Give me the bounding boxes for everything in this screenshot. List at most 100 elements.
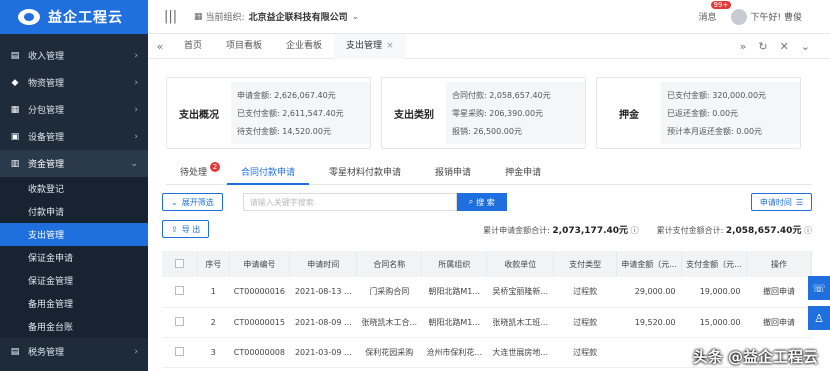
scroll-right-icon[interactable]: » xyxy=(740,40,747,53)
support-icon[interactable]: ☏ xyxy=(808,276,830,300)
expand-filter-button[interactable]: ⌄ 展开筛选 xyxy=(162,193,223,211)
close-icon[interactable]: × xyxy=(386,41,394,51)
card-line: 待支付金额: 14,520.00元 xyxy=(237,126,331,136)
sidebar-subitem-reserve-manage[interactable]: 备用金管理 xyxy=(0,292,148,315)
tab-pending[interactable]: 待处理 2 xyxy=(166,162,221,185)
sidebar-subitem-receipt[interactable]: 收款登记 xyxy=(0,177,148,200)
cell-contract: 张晓凯木工合... xyxy=(356,307,422,338)
messages-button[interactable]: 消息 99+ xyxy=(698,1,732,23)
sidebar-subitem-deposit-manage[interactable]: 保证金管理 xyxy=(0,269,148,292)
sort-by-time-button[interactable]: 申请时间 ☰ xyxy=(750,193,812,211)
help-icon[interactable]: ⓘ xyxy=(631,226,639,235)
sidebar-item-subcontract[interactable]: ▦ 分包管理 › xyxy=(0,96,148,123)
app-logo[interactable]: 益企工程云 xyxy=(0,0,148,34)
user-icon[interactable]: ♙ xyxy=(808,306,830,330)
building-icon: ▦ xyxy=(194,11,203,22)
cell-pay-type: 过程款 xyxy=(553,337,617,368)
tab-home[interactable]: 首页 xyxy=(172,34,214,59)
table-row[interactable]: 1 CT00000016 2021-08-13 ... 门采购合同 朝阳北路M1… xyxy=(162,277,812,308)
close-icon[interactable]: ✕ xyxy=(780,40,789,53)
card-line: 申请金额: 2,626,067.40元 xyxy=(237,90,336,100)
avatar[interactable] xyxy=(730,8,747,25)
equipment-icon: ▣ xyxy=(10,131,20,142)
row-checkbox[interactable] xyxy=(162,307,198,338)
sidebar-subitem-payment-request[interactable]: 付款申请 xyxy=(0,200,148,223)
tab-reimbursement[interactable]: 报销申请 xyxy=(421,163,485,185)
sidebar-item-income[interactable]: ▤ 收入管理 › xyxy=(0,42,148,69)
tab-project-board[interactable]: 项目看板 xyxy=(214,34,274,59)
checkbox[interactable] xyxy=(175,316,185,326)
org-selector[interactable]: ▦ 当前组织: 北京益企联科技有限公司 ⌄ xyxy=(194,10,360,24)
tab-sporadic-material-payment[interactable]: 零星材料付款申请 xyxy=(315,163,415,185)
help-icon[interactable]: ⓘ xyxy=(804,226,812,235)
tab-contract-payment[interactable]: 合同付款申请 xyxy=(227,163,310,185)
tab-expense-management[interactable]: 支出管理 × xyxy=(334,33,406,59)
logo-icon xyxy=(18,9,40,25)
sum-value: 2,058,657.40元 xyxy=(725,225,802,236)
sidebar-subitem-expense[interactable]: 支出管理 xyxy=(0,223,148,246)
card-line: 已支付金额: 2,611,547.40元 xyxy=(237,108,344,118)
sidebar-item-materials[interactable]: ◆ 物资管理 › xyxy=(0,69,148,96)
tab-deposit-request[interactable]: 押金申请 xyxy=(491,163,555,185)
sidebar-item-funds[interactable]: ▥ 资金管理 ⌄ xyxy=(0,150,148,177)
sidebar-item-tax[interactable]: ▤ 税务管理 › xyxy=(0,338,148,365)
cell-request-id[interactable]: CT00000016 xyxy=(229,277,290,308)
sidebar: 益企工程云 ▤ 收入管理 › ◆ 物资管理 › ▦ 分包管理 › ▣ 设备管理 … xyxy=(0,0,148,371)
sidebar-subitem-deposit-request[interactable]: 保证金申请 xyxy=(0,246,148,269)
cell-pay-type: 过程款 xyxy=(553,307,617,338)
sum-label: 累计支付金额合计: xyxy=(656,225,724,235)
search-button[interactable]: ⌕ 搜 索 xyxy=(456,193,507,211)
sidebar-subitem-reserve-ledger[interactable]: 备用金台账 xyxy=(0,315,148,338)
checkbox[interactable] xyxy=(175,258,185,268)
cube-icon: ◆ xyxy=(11,77,19,88)
tab-enterprise-board[interactable]: 企业看板 xyxy=(274,34,334,59)
withdraw-button[interactable]: 撤回申请 xyxy=(746,307,812,338)
tax-icon: ▤ xyxy=(10,346,20,357)
sum-label: 累计申请金额合计: xyxy=(483,225,550,235)
export-button[interactable]: ⇪ 导 出 xyxy=(162,220,210,238)
sidebar-subitem-label: 备用金台账 xyxy=(28,323,74,333)
summary-card-overview: 支出概况 申请金额: 2,626,067.40元 已支付金额: 2,611,54… xyxy=(166,77,371,149)
cell-request-id[interactable]: CT00000008 xyxy=(229,337,290,368)
search-input[interactable]: 请输入关键字搜索 xyxy=(242,193,457,211)
withdraw-button[interactable]: 撤回申请 xyxy=(746,277,812,308)
column-header: 申请金额（元... xyxy=(616,251,682,277)
chevron-down-icon[interactable]: ⌄ xyxy=(801,40,810,53)
card-line: 已支付金额: 320,000.00元 xyxy=(667,90,767,100)
sum-apply: 累计申请金额合计: 2,073,177.40元 ⓘ xyxy=(483,223,638,236)
cell-request-id[interactable]: CT00000015 xyxy=(229,307,290,338)
cell-org: 朝阳北路M1... xyxy=(421,277,487,308)
column-header: 所属组织 xyxy=(421,251,488,277)
select-all-checkbox[interactable] xyxy=(162,251,199,277)
sidebar-subitem-label: 备用金管理 xyxy=(28,300,74,310)
messages-label: 消息 xyxy=(698,13,717,23)
row-checkbox[interactable] xyxy=(162,277,198,308)
row-checkbox[interactable] xyxy=(162,337,198,368)
scroll-left-icon[interactable]: « xyxy=(148,40,172,53)
menu-toggle-icon[interactable]: ||| xyxy=(164,9,182,24)
sidebar-subitem-label: 支出管理 xyxy=(28,231,65,241)
card-line: 零星采购: 206,390.00元 xyxy=(452,108,544,118)
user-greeting[interactable]: 下午好! 曹俊 xyxy=(751,10,802,23)
table-row[interactable]: 2 CT00000015 2021-08-09 ... 张晓凯木工合... 朝阳… xyxy=(162,307,812,338)
refresh-icon[interactable]: ↻ xyxy=(758,40,767,53)
cell-time: 2021-08-09 ... xyxy=(289,307,357,338)
chevron-down-icon: ⌄ xyxy=(351,11,360,22)
main-content: 支出概况 申请金额: 2,626,067.40元 已支付金额: 2,611,54… xyxy=(148,59,830,371)
checkbox[interactable] xyxy=(175,286,185,296)
column-header: 操作 xyxy=(746,251,813,277)
messages-badge: 99+ xyxy=(710,1,732,9)
sidebar-item-equipment[interactable]: ▣ 设备管理 › xyxy=(0,123,148,150)
checkbox[interactable] xyxy=(175,346,185,356)
column-header: 申请时间 xyxy=(289,251,358,277)
summary-card-category: 支出类别 合同付款: 2,058,657.40元 零星采购: 206,390.0… xyxy=(381,77,586,149)
column-header: 合同名称 xyxy=(356,251,423,277)
grid-icon: ▦ xyxy=(10,104,20,115)
cell-pay-type: 过程款 xyxy=(553,277,617,308)
button-label: 展开筛选 xyxy=(181,197,214,207)
card-line: 已返还金额: 0.00元 xyxy=(667,108,739,118)
cell-contract: 门采购合同 xyxy=(356,277,422,308)
sidebar-subitem-label: 付款申请 xyxy=(28,208,65,218)
sidebar-subitem-label: 保证金管理 xyxy=(28,277,74,287)
cell-apply-amount: 29,000.00 xyxy=(616,277,682,308)
